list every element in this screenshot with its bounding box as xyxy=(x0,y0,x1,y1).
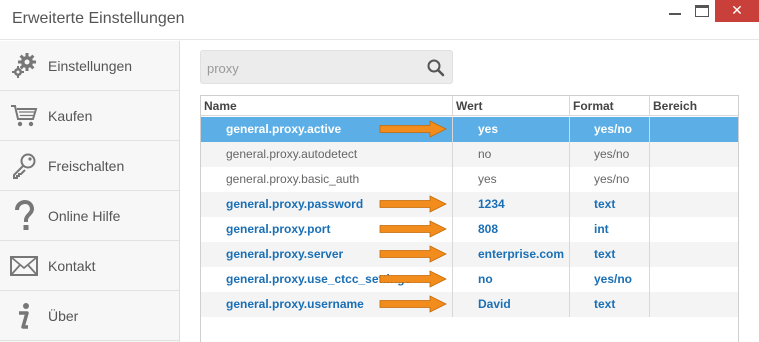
sidebar-item-online-hilfe[interactable]: Online Hilfe xyxy=(0,191,179,241)
cell-format: yes/no xyxy=(570,167,650,192)
cell-name: general.proxy.password xyxy=(201,192,453,217)
cell-name: general.proxy.server xyxy=(201,242,453,267)
cell-format: text xyxy=(570,192,650,217)
cell-name: general.proxy.username xyxy=(201,292,453,317)
table-row[interactable]: general.proxy.basic_auth yes yes/no xyxy=(201,167,738,192)
column-header-format[interactable]: Format xyxy=(570,96,650,116)
sidebar-item-label: Freischalten xyxy=(48,157,125,174)
cell-value: 808 xyxy=(453,217,570,242)
main-panel: Name Wert Format Bereich general.proxy.a… xyxy=(181,41,759,342)
cell-value: yes xyxy=(453,167,570,192)
maximize-button[interactable] xyxy=(695,5,709,17)
sidebar-item-label: Kaufen xyxy=(48,107,93,124)
cell-value: David xyxy=(453,292,570,317)
cell-range xyxy=(650,192,736,217)
sidebar-item-label: Über xyxy=(48,307,79,324)
gear-icon xyxy=(0,41,48,91)
question-icon xyxy=(0,191,48,241)
cell-value: 1234 xyxy=(453,192,570,217)
cart-icon xyxy=(0,91,48,141)
cell-range xyxy=(650,242,736,267)
search-box[interactable] xyxy=(200,50,453,84)
sidebar-item-kaufen[interactable]: Kaufen xyxy=(0,91,179,141)
title-bar: Erweiterte Einstellungen ✕ xyxy=(0,0,759,40)
sidebar-item-label: Online Hilfe xyxy=(48,207,121,224)
sidebar-item-freischalten[interactable]: Freischalten xyxy=(0,141,179,191)
table-row[interactable]: general.proxy.password 1234 text xyxy=(201,192,738,217)
table-row[interactable]: general.proxy.server enterprise.com text xyxy=(201,242,738,267)
cell-range xyxy=(650,167,736,192)
settings-table: Name Wert Format Bereich general.proxy.a… xyxy=(200,95,739,342)
table-row[interactable]: general.proxy.username David text xyxy=(201,292,738,317)
table-row[interactable]: general.proxy.port 808 int xyxy=(201,217,738,242)
column-header-range[interactable]: Bereich xyxy=(650,96,736,116)
cell-value: yes xyxy=(453,117,570,142)
cell-format: yes/no xyxy=(570,267,650,292)
minimize-button[interactable] xyxy=(669,13,681,15)
cell-value: no xyxy=(453,267,570,292)
cell-value: enterprise.com xyxy=(453,242,570,267)
window-title: Erweiterte Einstellungen xyxy=(12,10,185,27)
sidebar-item-einstellungen[interactable]: Einstellungen xyxy=(0,41,179,91)
cell-format: text xyxy=(570,242,650,267)
cell-range xyxy=(650,142,736,167)
table-header: Name Wert Format Bereich xyxy=(201,96,738,116)
table-row[interactable]: general.proxy.use_ctcc_settings no yes/no xyxy=(201,267,738,292)
cell-format: int xyxy=(570,217,650,242)
cell-value: no xyxy=(453,142,570,167)
envelope-icon xyxy=(0,241,48,291)
sidebar: Einstellungen Kaufen Freischalten Online… xyxy=(0,41,180,342)
search-icon[interactable] xyxy=(426,58,446,78)
cell-name: general.proxy.basic_auth xyxy=(201,167,453,192)
column-header-name[interactable]: Name xyxy=(201,96,453,116)
sidebar-item-ueber[interactable]: Über xyxy=(0,291,179,341)
table-row[interactable]: general.proxy.active yes yes/no xyxy=(201,117,738,142)
cell-format: yes/no xyxy=(570,117,650,142)
cell-name: general.proxy.active xyxy=(201,117,453,142)
cell-range xyxy=(650,117,736,142)
sidebar-item-label: Kontakt xyxy=(48,257,96,274)
search-input[interactable] xyxy=(207,58,422,78)
table-row[interactable]: general.proxy.autodetect no yes/no xyxy=(201,142,738,167)
sidebar-item-kontakt[interactable]: Kontakt xyxy=(0,241,179,291)
column-header-value[interactable]: Wert xyxy=(453,96,570,116)
cell-range xyxy=(650,292,736,317)
cell-name: general.proxy.autodetect xyxy=(201,142,453,167)
cell-format: yes/no xyxy=(570,142,650,167)
cell-range xyxy=(650,267,736,292)
info-icon xyxy=(0,291,48,341)
cell-name: general.proxy.use_ctcc_settings xyxy=(201,267,453,292)
sidebar-item-label: Einstellungen xyxy=(48,57,133,74)
key-icon xyxy=(0,141,48,191)
close-button[interactable]: ✕ xyxy=(715,0,759,22)
cell-name: general.proxy.port xyxy=(201,217,453,242)
cell-format: text xyxy=(570,292,650,317)
cell-range xyxy=(650,217,736,242)
